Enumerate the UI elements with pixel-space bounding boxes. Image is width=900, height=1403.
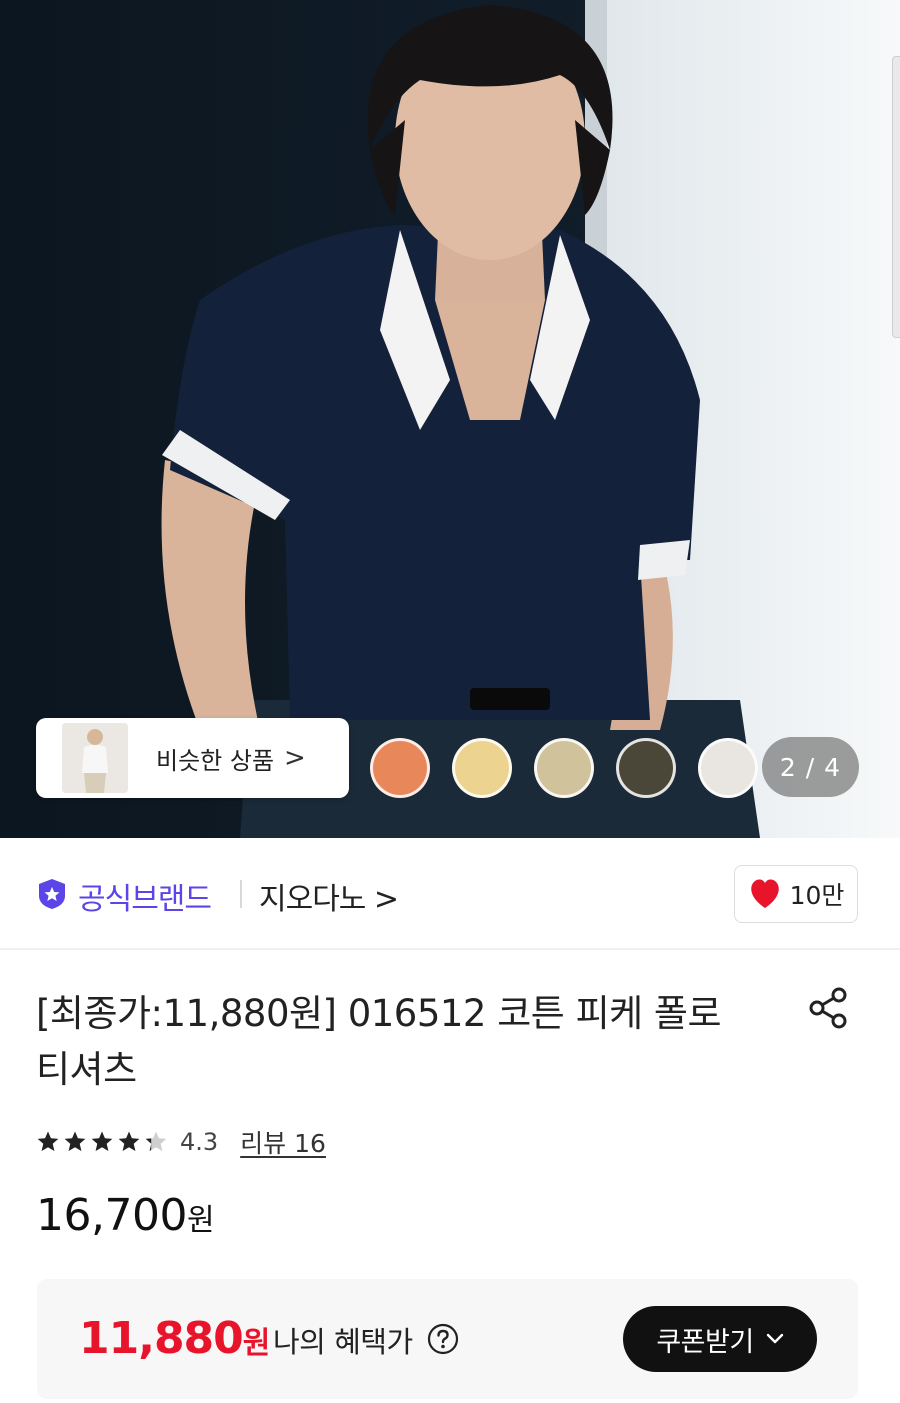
get-coupon-button[interactable]: 쿠폰받기	[623, 1306, 817, 1372]
review-count-link[interactable]: 리뷰 16	[240, 1124, 326, 1160]
chevron-right-icon: >	[284, 743, 306, 773]
star-icon	[145, 1131, 167, 1151]
color-swatch[interactable]	[452, 738, 512, 798]
color-swatch[interactable]	[698, 738, 758, 798]
scroll-handle[interactable]	[892, 56, 900, 338]
original-price-unit: 원	[186, 1203, 215, 1238]
rating-value: 4.3	[180, 1128, 219, 1156]
heart-icon	[750, 879, 779, 908]
official-brand-label: 공식브랜드	[78, 882, 212, 917]
benefit-price: 11,880원	[79, 1313, 271, 1364]
product-image-carousel[interactable]: 비슷한 상품 > 2 / 4	[0, 0, 900, 838]
similar-products-button[interactable]: 비슷한 상품 >	[36, 718, 349, 798]
benefit-price-label: 나의 혜택가	[273, 1325, 413, 1359]
product-photo	[0, 0, 900, 838]
star-rating	[36, 1130, 168, 1154]
original-price-number: 16,700	[36, 1190, 187, 1241]
similar-product-thumbnail	[62, 723, 128, 793]
color-swatch[interactable]	[370, 738, 430, 798]
rating-row: 4.3 리뷰 16	[36, 1124, 326, 1160]
benefit-price-number: 11,880	[79, 1313, 244, 1364]
star-icon	[118, 1131, 140, 1151]
star-icon	[91, 1131, 113, 1151]
benefit-price-unit: 원	[242, 1326, 271, 1361]
original-price: 16,700원	[36, 1190, 215, 1241]
product-title: [최종가:11,880원] 016512 코튼 피케 폴로 티셔츠	[36, 986, 766, 1098]
star-icon	[64, 1131, 86, 1151]
color-swatch[interactable]	[616, 738, 676, 798]
get-coupon-label: 쿠폰받기	[656, 1326, 754, 1358]
divider	[240, 880, 242, 908]
color-swatch[interactable]	[534, 738, 594, 798]
chevron-down-icon	[766, 1333, 783, 1344]
star-icon	[37, 1131, 59, 1151]
product-title-line-1: [최종가:11,880원] 016512 코튼 피케 폴로	[36, 992, 722, 1035]
wishlist-button[interactable]: 10만	[734, 865, 858, 923]
question-circle-icon[interactable]	[427, 1323, 459, 1355]
similar-products-label: 비슷한 상품	[156, 746, 275, 775]
brand-name-link[interactable]: 지오다노 >	[259, 874, 399, 918]
wishlist-count: 10만	[789, 881, 845, 910]
shield-star-icon	[39, 879, 65, 909]
product-title-line-2: 티셔츠	[36, 1048, 137, 1091]
brand-row: 공식브랜드 지오다노 > 10만	[0, 838, 900, 950]
image-page-counter: 2 / 4	[762, 737, 859, 797]
share-icon[interactable]	[806, 986, 850, 1030]
benefit-price-box: 11,880원 나의 혜택가 쿠폰받기	[37, 1279, 858, 1399]
